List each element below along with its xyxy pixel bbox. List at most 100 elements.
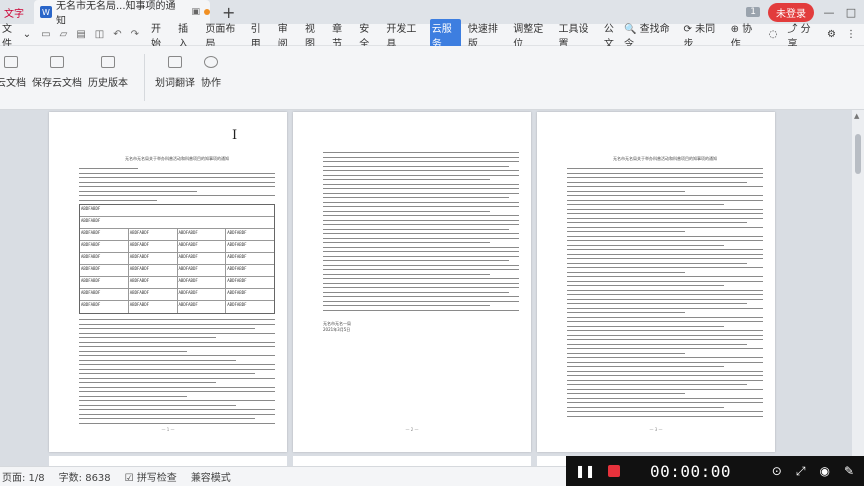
spell-check-toggle[interactable]: ☑ 拼写检查 bbox=[125, 469, 177, 484]
text-line bbox=[323, 210, 490, 212]
page-indicator[interactable]: 页面: 1/8 bbox=[2, 469, 45, 484]
table-row: ABDFABDF ABDFABDF ABDFABDF ABDFABDF bbox=[80, 241, 274, 253]
table-cell: ABDFABDF bbox=[227, 290, 247, 295]
page-1-content: 无名市无名局关于举办科普活动和科普项目的知事项的通知 ABDFABDF ABDFA… bbox=[79, 156, 275, 427]
tab-layout-icon[interactable]: ▣ bbox=[192, 7, 201, 17]
text-line bbox=[79, 181, 275, 183]
text-cursor-icon: I bbox=[232, 128, 238, 143]
text-line bbox=[567, 289, 763, 291]
sync-status[interactable]: ⟳ 未同步 bbox=[684, 20, 721, 50]
open-folder-icon[interactable]: ▱ bbox=[60, 29, 68, 40]
text-line bbox=[567, 312, 685, 313]
comment-icon[interactable]: ◌ bbox=[769, 29, 778, 40]
text-line bbox=[323, 179, 490, 180]
text-line bbox=[567, 181, 748, 183]
table-cell: ABDFABDF bbox=[80, 301, 129, 313]
pause-icon[interactable]: ❚❚ bbox=[570, 464, 600, 478]
pen-icon[interactable]: ✎ bbox=[844, 464, 854, 479]
maximize-button[interactable]: □ bbox=[844, 6, 858, 19]
search-command[interactable]: 🔍 查找命令 bbox=[624, 20, 674, 50]
table-cell: ABDFABDF bbox=[129, 241, 178, 252]
page-3-content: 无名市无名局关于举办科普活动和科普项目的知事项的通知 bbox=[567, 156, 763, 420]
screenshot-region-icon[interactable]: ⊙ bbox=[772, 464, 782, 479]
vertical-scrollbar[interactable]: ▲ ▼ bbox=[852, 110, 864, 466]
text-line bbox=[567, 397, 763, 399]
text-line bbox=[567, 213, 763, 214]
stop-record-icon[interactable] bbox=[608, 465, 620, 477]
word-count[interactable]: 字数: 8638 bbox=[59, 469, 111, 484]
text-line bbox=[79, 337, 217, 338]
text-line bbox=[79, 323, 275, 325]
cloud-docs-button[interactable]: 云文档 bbox=[0, 46, 26, 109]
save-cloud-doc-label: 保存云文档 bbox=[32, 78, 82, 89]
text-line bbox=[79, 404, 236, 406]
save-cloud-doc-button[interactable]: 保存云文档 bbox=[32, 46, 82, 109]
window-count-badge[interactable]: 1 bbox=[746, 7, 760, 17]
text-line bbox=[323, 264, 519, 266]
history-icon bbox=[101, 56, 115, 68]
cloud-save-icon bbox=[50, 56, 64, 68]
text-line bbox=[323, 170, 519, 171]
text-line bbox=[567, 375, 763, 376]
cloud-docs-label: 云文档 bbox=[0, 78, 26, 89]
text-line bbox=[567, 168, 763, 169]
print-preview-icon[interactable]: ◫ bbox=[95, 29, 104, 40]
text-line bbox=[323, 165, 510, 167]
menubar-right: 🔍 查找命令 ⟳ 未同步 ⊕ 协作 ◌ ⤴ 分享 ⚙ ⋮ bbox=[624, 20, 864, 50]
document-page-3[interactable]: 无名市无名局关于举办科普活动和科普项目的知事项的通知 — 3 — bbox=[537, 112, 775, 452]
more-options-icon[interactable]: ⋮ bbox=[846, 29, 856, 40]
text-line bbox=[567, 334, 763, 336]
text-line bbox=[567, 357, 763, 358]
text-line bbox=[567, 172, 763, 174]
history-version-button[interactable]: 历史版本 bbox=[88, 46, 128, 109]
text-line bbox=[567, 370, 763, 372]
fullscreen-icon[interactable]: ⤢ bbox=[796, 464, 806, 479]
text-line bbox=[567, 384, 748, 385]
text-line bbox=[567, 303, 748, 304]
undo-icon[interactable]: ↶ bbox=[113, 29, 121, 40]
document-page-5-top[interactable] bbox=[293, 456, 531, 466]
recorder-tools: ⊙ ⤢ ◉ ✎ bbox=[772, 464, 864, 479]
word-translate-button[interactable]: 划词翻译 bbox=[155, 46, 195, 109]
print-icon[interactable]: ▤ bbox=[76, 29, 85, 40]
text-line bbox=[323, 251, 519, 252]
settings-gear-icon[interactable]: ⚙ bbox=[827, 29, 836, 40]
document-canvas[interactable]: 无名市无名局关于举办科普活动和科普项目的知事项的通知 ABDFABDF ABDFA… bbox=[0, 110, 852, 466]
table-cell: ABDFABDF bbox=[129, 229, 178, 240]
document-page-1[interactable]: 无名市无名局关于举办科普活动和科普项目的知事项的通知 ABDFABDF ABDFA… bbox=[49, 112, 287, 452]
chevron-down-icon: ⌄ bbox=[22, 29, 32, 40]
camera-icon[interactable]: ◉ bbox=[819, 464, 829, 479]
text-line bbox=[567, 217, 763, 219]
text-line bbox=[323, 206, 519, 207]
table-cell: ABDFABDF bbox=[129, 289, 178, 300]
text-line bbox=[567, 366, 724, 367]
text-line bbox=[567, 402, 763, 403]
text-line bbox=[567, 262, 748, 264]
table-cell: ABDFABDF bbox=[178, 229, 227, 240]
text-line bbox=[567, 222, 748, 223]
text-line bbox=[323, 269, 519, 270]
collab-button[interactable]: ⊕ 协作 bbox=[731, 20, 759, 50]
text-line bbox=[323, 309, 519, 311]
minimize-button[interactable]: — bbox=[822, 6, 836, 19]
document-page-2[interactable]: 无名市无名一局 2021年3月5日 — 2 — bbox=[293, 112, 531, 452]
table-cell: ABDFABDF bbox=[81, 206, 101, 211]
app-label: 文字 bbox=[4, 8, 24, 20]
text-line bbox=[567, 199, 763, 201]
text-line bbox=[79, 382, 217, 383]
collaborate-button[interactable]: 协作 bbox=[201, 46, 221, 109]
history-version-label: 历史版本 bbox=[88, 78, 128, 89]
redo-icon[interactable]: ↷ bbox=[131, 29, 139, 40]
scroll-up-icon[interactable]: ▲ bbox=[854, 112, 859, 120]
table-row: ABDFABDF ABDFABDF ABDFABDF ABDFABDF bbox=[80, 265, 274, 277]
file-menu[interactable]: 文件 ⌄ bbox=[0, 20, 31, 50]
text-line bbox=[567, 280, 763, 282]
document-page-4-top[interactable] bbox=[49, 456, 287, 466]
text-line bbox=[79, 195, 275, 196]
share-button[interactable]: ⤴ 分享 bbox=[787, 20, 817, 50]
save-icon[interactable]: ▭ bbox=[41, 29, 50, 40]
text-line bbox=[567, 316, 763, 318]
page-2-content: 无名市无名一局 2021年3月5日 bbox=[323, 152, 519, 333]
scrollbar-thumb[interactable] bbox=[855, 134, 861, 174]
table-cell: ABDFABDF bbox=[227, 254, 247, 259]
